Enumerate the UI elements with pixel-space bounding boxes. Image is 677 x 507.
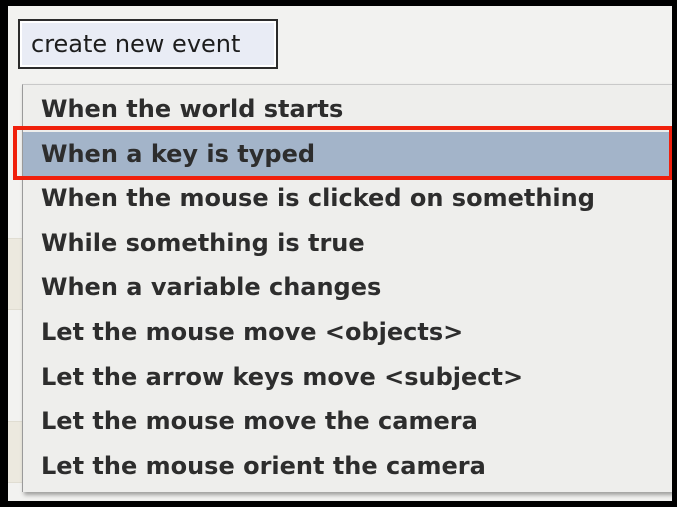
menu-item-mouse-move-camera[interactable]: Let the mouse move the camera [23,399,672,444]
menu-item-arrow-keys-move[interactable]: Let the arrow keys move <subject> [23,355,672,400]
create-new-event-button[interactable]: create new event [18,19,278,69]
menu-item-mouse-move-objects[interactable]: Let the mouse move <objects> [23,310,672,355]
menu-item-mouse-clicked[interactable]: When the mouse is clicked on something [23,176,672,221]
menu-item-world-starts[interactable]: When the world starts [23,87,672,132]
event-type-menu: When the world starts When a key is type… [22,84,672,492]
menu-item-key-typed[interactable]: When a key is typed [23,131,672,177]
menu-item-while-true[interactable]: While something is true [23,221,672,266]
menu-item-variable-changes[interactable]: When a variable changes [23,265,672,310]
app-window: create new event When the world starts W… [8,6,672,501]
menu-item-mouse-orient-camera[interactable]: Let the mouse orient the camera [23,444,672,489]
